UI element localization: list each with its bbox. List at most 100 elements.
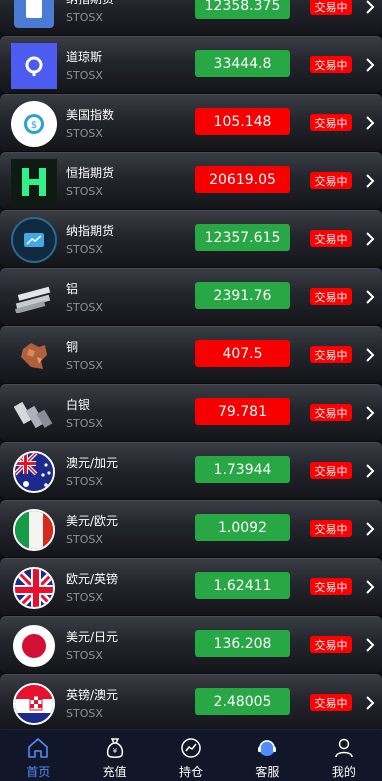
- trading-status-badge: 交易中: [310, 578, 352, 595]
- tab-support[interactable]: 客服: [229, 730, 305, 781]
- price-badge: 12357.615: [195, 224, 290, 251]
- trading-status-badge: 交易中: [310, 404, 352, 421]
- trading-status-badge: 交易中: [310, 288, 352, 305]
- market-name: 美国指数: [66, 108, 115, 122]
- market-name: 纳指期货: [66, 224, 115, 238]
- trading-status-badge: 交易中: [310, 346, 352, 363]
- trend-chart-icon: [11, 217, 57, 263]
- tab-user[interactable]: 我的: [306, 730, 382, 781]
- chart-icon: [179, 736, 203, 760]
- chevron-right-icon[interactable]: [364, 346, 376, 364]
- market-name: 铝: [66, 282, 79, 296]
- price-badge: 33444.8: [195, 50, 290, 77]
- chevron-right-icon[interactable]: [364, 114, 376, 132]
- market-row[interactable]: 纳指期货 STOSX 12358.375 交易中: [0, 0, 382, 36]
- chevron-right-icon[interactable]: [364, 462, 376, 480]
- market-row[interactable]: 美元/欧元 STOSX 1.0092 交易中: [0, 500, 382, 558]
- trading-status-badge: 交易中: [310, 636, 352, 653]
- chevron-right-icon[interactable]: [364, 288, 376, 306]
- copper-ore-icon: [11, 333, 57, 379]
- trading-status-badge: 交易中: [310, 230, 352, 247]
- market-list: 纳指期货 STOSX 12358.375 交易中 道琼斯 STOSX 33444…: [0, 0, 382, 732]
- market-row[interactable]: 欧元/英镑 STOSX 1.62411 交易中: [0, 558, 382, 616]
- market-code: STOSX: [66, 591, 103, 604]
- market-row[interactable]: $ 美国指数 STOSX 105.148 交易中: [0, 94, 382, 152]
- dollar-coin-icon: $: [11, 101, 57, 147]
- chevron-right-icon[interactable]: [364, 636, 376, 654]
- flag-croatia-icon: [11, 681, 57, 727]
- dow-logo-icon: [11, 43, 57, 89]
- bottom-tab-bar: 首页 ¥ 充值 持仓 客服 我的: [0, 729, 382, 781]
- market-code: STOSX: [66, 301, 103, 314]
- market-row[interactable]: 美元/日元 STOSX 136.208 交易中: [0, 616, 382, 674]
- price-badge: 136.208: [195, 630, 290, 657]
- market-row[interactable]: 道琼斯 STOSX 33444.8 交易中: [0, 36, 382, 94]
- trading-status-badge: 交易中: [310, 114, 352, 131]
- tab-chart[interactable]: 持仓: [153, 730, 229, 781]
- price-badge: 20619.05: [195, 166, 290, 193]
- chevron-right-icon[interactable]: [364, 578, 376, 596]
- market-name: 英镑/澳元: [66, 688, 119, 702]
- trading-status-badge: 交易中: [310, 0, 352, 15]
- market-code: STOSX: [66, 417, 103, 430]
- tab-label: 持仓: [179, 765, 204, 779]
- market-row[interactable]: 白银 STOSX 79.781 交易中: [0, 384, 382, 442]
- market-name: 澳元/加元: [66, 456, 119, 470]
- market-row[interactable]: 纳指期货 STOSX 12357.615 交易中: [0, 210, 382, 268]
- market-name: 美元/日元: [66, 630, 119, 644]
- price-badge: 105.148: [195, 108, 290, 135]
- market-code: STOSX: [66, 533, 103, 546]
- chevron-right-icon[interactable]: [364, 520, 376, 538]
- tab-label: 客服: [255, 765, 280, 779]
- home-icon: [26, 736, 50, 760]
- market-name: 恒指期货: [66, 166, 115, 180]
- hang-seng-logo-icon: [11, 159, 57, 205]
- market-name: 纳指期货: [66, 0, 114, 7]
- price-badge: 2.48005: [195, 688, 290, 715]
- chevron-right-icon[interactable]: [364, 0, 376, 16]
- flag-uk-icon: [11, 565, 57, 611]
- market-name: 铜: [66, 340, 79, 354]
- market-name: 白银: [66, 398, 91, 412]
- market-row[interactable]: 恒指期货 STOSX 20619.05 交易中: [0, 152, 382, 210]
- trading-status-badge: 交易中: [310, 462, 352, 479]
- price-badge: 407.5: [195, 340, 290, 367]
- market-code: STOSX: [66, 11, 103, 24]
- chevron-right-icon[interactable]: [364, 230, 376, 248]
- market-row[interactable]: 英镑/澳元 STOSX 2.48005 交易中: [0, 674, 382, 732]
- chevron-right-icon[interactable]: [364, 172, 376, 190]
- market-code: STOSX: [66, 649, 103, 662]
- price-badge: 1.0092: [195, 514, 290, 541]
- price-badge: 12358.375: [195, 0, 290, 19]
- tab-label: 首页: [26, 765, 51, 779]
- money-bag-icon: ¥: [103, 736, 127, 760]
- market-code: STOSX: [66, 185, 103, 198]
- trading-status-badge: 交易中: [310, 56, 352, 73]
- chevron-right-icon[interactable]: [364, 404, 376, 422]
- tab-label: 我的: [331, 765, 356, 779]
- market-code: STOSX: [66, 707, 103, 720]
- market-name: 欧元/英镑: [66, 572, 119, 586]
- tab-money-bag[interactable]: ¥ 充值: [76, 730, 152, 781]
- user-icon: [332, 736, 356, 760]
- market-row[interactable]: 铝 STOSX 2391.76 交易中: [0, 268, 382, 326]
- price-badge: 1.73944: [195, 456, 290, 483]
- aluminum-bars-icon: [11, 275, 57, 321]
- index-icon: [11, 0, 57, 31]
- flag-australia-icon: [11, 449, 57, 495]
- trading-status-badge: 交易中: [310, 694, 352, 711]
- tab-home[interactable]: 首页: [0, 730, 76, 781]
- support-icon: [255, 736, 279, 760]
- price-badge: 79.781: [195, 398, 290, 425]
- svg-text:$: $: [31, 120, 37, 131]
- market-code: STOSX: [66, 127, 103, 140]
- flag-japan-icon: [11, 623, 57, 669]
- trading-status-badge: 交易中: [310, 172, 352, 189]
- market-row[interactable]: 澳元/加元 STOSX 1.73944 交易中: [0, 442, 382, 500]
- market-code: STOSX: [66, 359, 103, 372]
- market-code: STOSX: [66, 69, 103, 82]
- market-row[interactable]: 铜 STOSX 407.5 交易中: [0, 326, 382, 384]
- chevron-right-icon[interactable]: [364, 56, 376, 74]
- chevron-right-icon[interactable]: [364, 694, 376, 712]
- price-badge: 1.62411: [195, 572, 290, 599]
